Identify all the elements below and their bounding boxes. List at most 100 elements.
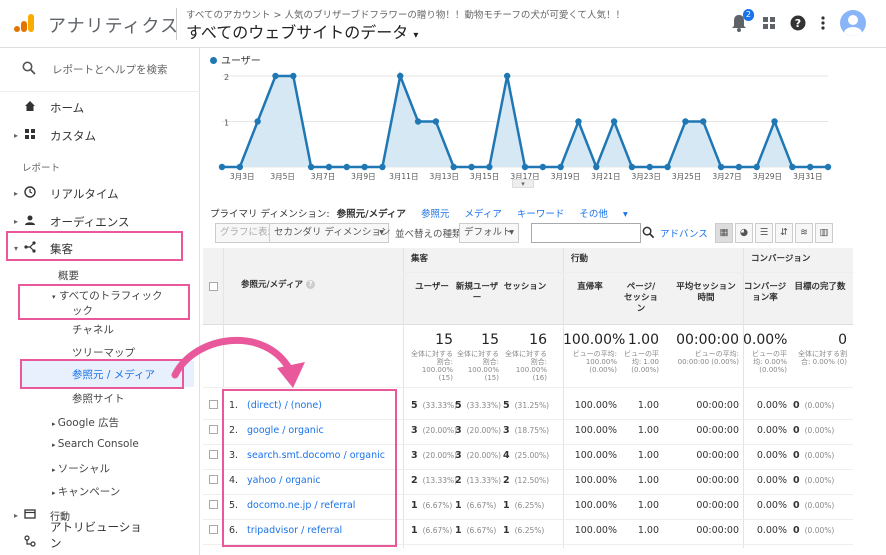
sidebar-item-referrals[interactable]: 参照サイト [72, 391, 125, 406]
cell-value: 3 [455, 450, 462, 461]
table-view-icon[interactable]: ▦ [715, 223, 733, 243]
performance-view-icon[interactable]: ☰ [755, 223, 773, 243]
cell-value: 0 [793, 400, 800, 411]
dimension-other[interactable]: その他 ▾ [579, 209, 627, 220]
cell-percent: (6.67%) [466, 501, 497, 510]
dimension-source[interactable]: 参照元 [421, 209, 450, 220]
col-header-new-users[interactable]: 新規ユーザー [455, 282, 499, 304]
col-header-conversion-rate[interactable]: コンバージョン率 [743, 282, 787, 304]
col-header-avg-session-duration[interactable]: 平均セッション時間 [673, 282, 739, 304]
more-vert-icon[interactable] [820, 15, 826, 31]
cell-new-users: 1 (6.67%) [455, 500, 496, 511]
col-header-users[interactable]: ユーザー [411, 282, 453, 293]
expand-arrow-icon: ▸ [14, 131, 19, 140]
help-icon[interactable]: ? [790, 15, 806, 31]
sidebar-label-campaigns: キャンペーン [57, 486, 121, 498]
sidebar-item-overview[interactable]: 概要 [58, 268, 79, 283]
header-divider [176, 8, 177, 40]
cell-bounce-rate: 100.00% [574, 400, 617, 411]
total-note-new-users: 全体に対する割合: 100.00% (15) [457, 350, 499, 382]
sidebar-item-google-ads[interactable]: ▸ Google 広告 [52, 415, 119, 430]
cell-conversion-rate: 0.00% [756, 475, 787, 486]
y-tick-label: 1 [224, 119, 229, 128]
sidebar-label-attribution-wrap: ン [50, 536, 62, 550]
data-point [468, 163, 475, 171]
cell-percent: (20.00%) [422, 426, 458, 435]
data-point [628, 163, 636, 171]
cell-percent: (6.25%) [514, 526, 545, 535]
view-switcher: ▦ ◕ ☰ ⇵ ≋ ▥ [715, 223, 833, 243]
cell-users: 1 (6.67%) [411, 525, 452, 536]
sidebar-label-realtime: リアルタイム [50, 187, 119, 201]
row-checkbox[interactable] [209, 450, 218, 459]
total-value-goal-completions: 0 [838, 332, 847, 348]
users-line-chart[interactable]: 213月3日 3月5日 3月7日 3月9日 3月11日 3月13日 3月15日 3月17日 3月… [210, 48, 840, 188]
total-note-bounce-rate: ビューの平均: 100.00% (0.00%) [572, 350, 617, 374]
row-checkbox[interactable] [209, 400, 218, 409]
apps-grid-icon[interactable] [762, 16, 776, 30]
dimension-keyword[interactable]: キーワード [517, 209, 565, 220]
col-header-pages-per-session[interactable]: ページ/セッション [623, 282, 659, 315]
row-checkbox[interactable] [209, 525, 218, 534]
col-header-label: コンバージョン率 [743, 282, 787, 303]
row-checkbox[interactable] [209, 500, 218, 509]
sidebar-label-custom: カスタム [50, 129, 96, 143]
search-icon[interactable] [642, 226, 655, 239]
secondary-dimension-select[interactable]: セカンダリ ディメンション ▾ [269, 223, 390, 243]
sort-type-select[interactable]: デフォルト ▾ [459, 223, 519, 243]
pie-view-icon[interactable]: ◕ [735, 223, 753, 243]
sidebar-item-channels[interactable]: チャネル [72, 322, 114, 337]
select-all-checkbox[interactable] [209, 282, 218, 291]
pivot-view-icon[interactable]: ▥ [815, 223, 833, 243]
cell-avg-session-duration: 00:00:00 [696, 450, 739, 461]
sidebar-item-source-medium[interactable]: 参照元 / メディア [72, 367, 155, 382]
sidebar-label-google-ads: Google 広告 [57, 417, 120, 429]
cell-value: 5 [411, 400, 418, 411]
report-search[interactable]: レポートとヘルプを検索 [0, 48, 200, 92]
data-point [753, 163, 760, 171]
data-point [254, 118, 261, 125]
sidebar-item-search-console[interactable]: ▸ Search Console [52, 438, 139, 450]
data-point [414, 118, 422, 125]
cell-avg-session-duration: 00:00:00 [696, 425, 739, 436]
comparison-view-icon[interactable]: ⇵ [775, 223, 793, 243]
row-checkbox[interactable] [209, 425, 218, 434]
chart-collapse-handle[interactable]: ▾ [512, 179, 534, 188]
sidebar-item-treemaps[interactable]: ツリーマップ [72, 345, 135, 360]
notifications-bell-icon[interactable]: 2 [730, 9, 754, 33]
sidebar-item-campaigns[interactable]: ▸ キャンペーン [52, 484, 120, 499]
cell-conversion-rate: 0.00% [756, 500, 787, 511]
cell-avg-session-duration: 00:00:00 [696, 400, 739, 411]
col-header-goal-completions[interactable]: 目標の完了数 [793, 282, 847, 293]
col-header-bounce-rate[interactable]: 直帰率 [563, 282, 617, 293]
avatar[interactable] [840, 10, 866, 36]
cell-percent: (20.00%) [466, 426, 502, 435]
cell-value: 3 [411, 425, 418, 436]
cell-percent: (6.67%) [422, 526, 453, 535]
data-point [735, 163, 743, 171]
svg-text:?: ? [795, 17, 801, 30]
data-point [575, 118, 582, 125]
col-header-sessions[interactable]: セッション [503, 282, 547, 293]
col-header-source-medium[interactable]: 参照元/メディア ? [241, 280, 315, 291]
advanced-filter-link[interactable]: アドバンス [660, 226, 708, 240]
dimension-medium[interactable]: メディア [464, 209, 501, 220]
term-cloud-icon[interactable]: ≋ [795, 223, 813, 243]
x-tick-label: 3月21日 [591, 172, 620, 181]
analytics-logo-icon[interactable] [14, 12, 36, 34]
data-point [771, 118, 778, 125]
sidebar-label-home: ホーム [50, 101, 85, 115]
cell-new-users: 2 (13.33%) [455, 475, 501, 486]
row-checkbox[interactable] [209, 475, 218, 484]
table-filter-input[interactable] [531, 223, 641, 243]
cell-percent: (0.00%) [804, 501, 835, 510]
sidebar-item-social[interactable]: ▸ ソーシャル [52, 461, 110, 476]
person-icon [25, 215, 35, 225]
cell-percent: (18.75%) [514, 426, 550, 435]
view-selector[interactable]: すべてのウェブサイトのデータ ▾ [186, 19, 418, 43]
help-icon[interactable]: ? [305, 280, 315, 289]
total-note-conversion-rate: ビューの平均: 0.00% (0.00%) [752, 350, 787, 374]
header-icons: 2 ? [730, 9, 866, 36]
sidebar-item-all-traffic[interactable]: ▾ すべてのトラフィック [52, 288, 163, 303]
cell-pages-per-session: 1.00 [637, 525, 659, 536]
